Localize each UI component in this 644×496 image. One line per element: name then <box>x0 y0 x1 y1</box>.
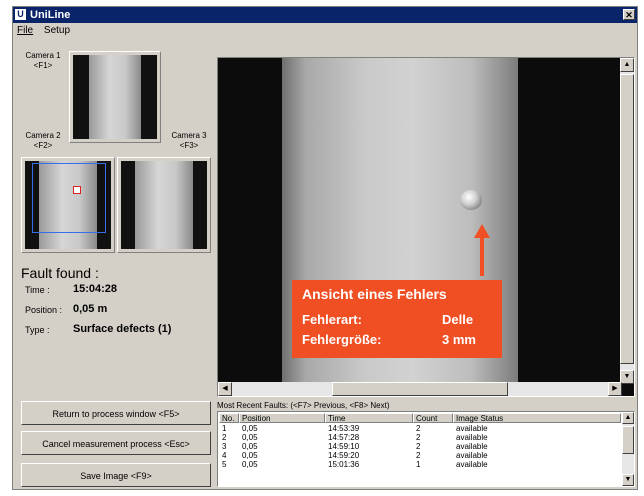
annotation-type-label: Fehlerart: <box>302 312 362 327</box>
menu-setup[interactable]: Setup <box>44 25 70 36</box>
position-label: Position : <box>25 305 63 315</box>
recent-faults-caption: Most Recent Faults: (<F7> Previous, <F8>… <box>217 401 390 410</box>
image-vertical-scrollbar[interactable]: ▲ ▼ <box>620 58 634 384</box>
row-no: 2 <box>222 433 227 442</box>
row-image-status: available <box>456 451 488 460</box>
camera3-name: Camera 3 <box>171 131 207 140</box>
row-position: 0,05 <box>242 442 258 451</box>
position-value: 0,05 m <box>73 303 108 315</box>
time-value: 15:04:28 <box>73 283 118 295</box>
row-time: 14:59:10 <box>328 442 360 451</box>
uniline-window: U UniLine ✕ File Setup Camera 1 <F1> Cam… <box>12 6 638 490</box>
table-scroll-up-button[interactable]: ▲ <box>622 412 634 424</box>
camera2-key: <F2> <box>33 141 53 150</box>
column-header-position[interactable]: Position <box>239 413 325 423</box>
row-no: 1 <box>222 424 227 433</box>
row-position: 0,05 <box>242 433 258 442</box>
row-position: 0,05 <box>242 460 258 469</box>
row-time: 14:59:20 <box>328 451 360 460</box>
fault-found-title: Fault found : <box>21 265 99 281</box>
row-image-status: available <box>456 424 488 433</box>
scroll-down-button[interactable]: ▼ <box>620 370 634 384</box>
row-time: 15:01:36 <box>328 460 360 469</box>
menu-file[interactable]: File <box>17 25 33 36</box>
column-header-count[interactable]: Count <box>413 413 453 423</box>
camera1-label: Camera 1 <F1> <box>23 51 63 71</box>
save-image-button[interactable]: Save Image <F9> <box>21 463 211 487</box>
row-image-status: available <box>456 433 488 442</box>
row-no: 5 <box>222 460 227 469</box>
menu-bar: File Setup <box>13 23 637 39</box>
surface-defect-spot <box>460 190 482 210</box>
row-count: 2 <box>416 424 421 433</box>
title-bar: U UniLine ✕ <box>13 7 637 23</box>
image-horizontal-scrollbar[interactable]: ◀ ▶ <box>218 382 622 396</box>
camera2-selection-box <box>32 163 106 233</box>
time-label: Time : <box>25 285 50 295</box>
cancel-measurement-button[interactable]: Cancel measurement process <Esc> <box>21 431 211 455</box>
pointer-arrow-shaft <box>480 236 484 276</box>
row-no: 3 <box>222 442 227 451</box>
scroll-up-button[interactable]: ▲ <box>620 58 634 72</box>
annotation-size-label: Fehlergröße: <box>302 332 382 347</box>
camera1-thumbnail[interactable] <box>69 51 161 143</box>
row-count: 2 <box>416 433 421 442</box>
column-header-time[interactable]: Time <box>325 413 413 423</box>
fault-annotation-box: Ansicht eines Fehlers Fehlerart: Delle F… <box>292 280 502 358</box>
vertical-scroll-thumb[interactable] <box>620 74 634 364</box>
return-to-process-button[interactable]: Return to process window <F5> <box>21 401 211 425</box>
scroll-right-button[interactable]: ▶ <box>608 382 622 396</box>
main-image-view[interactable]: Ansicht eines Fehlers Fehlerart: Delle F… <box>217 57 635 397</box>
column-header-no[interactable]: No. <box>219 413 239 423</box>
camera3-label: Camera 3 <F3> <box>169 131 209 151</box>
window-title: UniLine <box>30 9 71 21</box>
row-image-status: available <box>456 460 488 469</box>
recent-faults-table[interactable]: No. Position Time Count Image Status 1 0… <box>217 411 635 487</box>
table-vertical-scrollbar[interactable]: ▲ ▼ <box>622 412 634 486</box>
row-time: 14:53:39 <box>328 424 360 433</box>
table-scroll-thumb[interactable] <box>622 426 634 454</box>
row-count: 2 <box>416 451 421 460</box>
row-no: 4 <box>222 451 227 460</box>
horizontal-scroll-thumb[interactable] <box>332 382 508 396</box>
camera2-thumbnail[interactable] <box>21 157 115 253</box>
type-label: Type : <box>25 325 50 335</box>
annotation-type-value: Delle <box>442 312 474 327</box>
camera1-key: <F1> <box>33 61 53 70</box>
camera3-thumbnail[interactable] <box>117 157 211 253</box>
type-value: Surface defects (1) <box>73 323 172 335</box>
camera1-name: Camera 1 <box>25 51 61 60</box>
row-position: 0,05 <box>242 424 258 433</box>
camera2-name: Camera 2 <box>25 131 61 140</box>
row-position: 0,05 <box>242 451 258 460</box>
annotation-title: Ansicht eines Fehlers <box>302 286 447 302</box>
row-time: 14:57:28 <box>328 433 360 442</box>
row-count: 2 <box>416 442 421 451</box>
scroll-left-button[interactable]: ◀ <box>218 382 232 396</box>
camera3-key: <F3> <box>179 141 199 150</box>
row-image-status: available <box>456 442 488 451</box>
close-button[interactable]: ✕ <box>623 9 635 20</box>
camera2-label: Camera 2 <F2> <box>23 131 63 151</box>
app-icon: U <box>15 9 26 20</box>
table-scroll-down-button[interactable]: ▼ <box>622 474 634 486</box>
defect-marker-icon <box>73 186 81 194</box>
annotation-size-value: 3 mm <box>442 332 476 347</box>
column-header-image-status[interactable]: Image Status <box>453 413 621 423</box>
row-count: 1 <box>416 460 421 469</box>
